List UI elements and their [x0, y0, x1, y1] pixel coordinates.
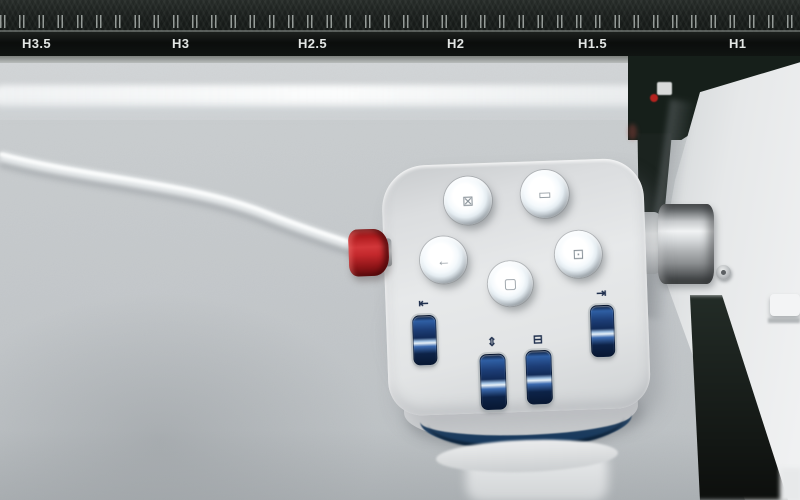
- photo-stage: H3.5 H3 H2.5 H2 H1.5 H1 ⊠ ▭ ← ▢: [0, 0, 800, 500]
- clear-tube: [0, 118, 400, 278]
- cross-box-icon: ⊠: [462, 192, 474, 209]
- panel-tab-shadow: [768, 318, 800, 323]
- rail-label-band: [0, 32, 800, 56]
- button-arrow-left[interactable]: ←: [419, 236, 468, 285]
- measuring-rail: H3.5 H3 H2.5 H2 H1.5 H1: [0, 0, 800, 56]
- panel-screw-center: [721, 270, 726, 275]
- rail-label-h2-5: H2.5: [298, 36, 327, 52]
- rail-label-h3-5: H3.5: [22, 36, 51, 52]
- rail-label-h1-5: H1.5: [578, 36, 607, 52]
- toggle-left-icon: ⇤: [401, 295, 445, 311]
- rail-label-h1: H1: [729, 36, 746, 52]
- toggle-center-left-icon: ⇕: [470, 334, 514, 350]
- rail-tick-marks: [0, 15, 800, 28]
- machine-label: [657, 82, 672, 95]
- button-cross-box[interactable]: ⊠: [443, 176, 493, 226]
- toggle-center-right-icon: ⊟: [516, 332, 560, 348]
- rail-label-h2: H2: [447, 36, 464, 52]
- chrome-mount-cylinder: [658, 204, 714, 284]
- panel-corner-sliver: [780, 468, 800, 500]
- toggle-center-left[interactable]: [479, 353, 507, 410]
- table-edge-shadow: [0, 104, 664, 116]
- rail-label-h3: H3: [172, 36, 189, 52]
- toggle-outer-left[interactable]: [412, 315, 438, 366]
- machine-red-marking: [650, 94, 658, 102]
- arrow-left-icon: ←: [436, 252, 451, 268]
- toggle-center-right[interactable]: [525, 350, 553, 405]
- emergency-stop-button[interactable]: [348, 228, 390, 276]
- dot-box-icon: ⊡: [572, 246, 584, 263]
- toggle-outer-right[interactable]: [590, 305, 616, 358]
- frame-icon: ▢: [503, 275, 517, 292]
- button-dot-box[interactable]: ⊡: [554, 230, 603, 279]
- panel-tab: [770, 294, 800, 316]
- button-frame[interactable]: ▢: [487, 260, 534, 307]
- control-pendant: ⊠ ▭ ← ▢ ⊡ ⇤ ⇥ ⇕ ⊟: [381, 158, 652, 417]
- button-flat-rect[interactable]: ▭: [520, 169, 570, 219]
- toggle-right-icon: ⇥: [579, 285, 623, 301]
- flat-rect-icon: ▭: [538, 185, 552, 202]
- machine-red-smudge: [628, 124, 637, 140]
